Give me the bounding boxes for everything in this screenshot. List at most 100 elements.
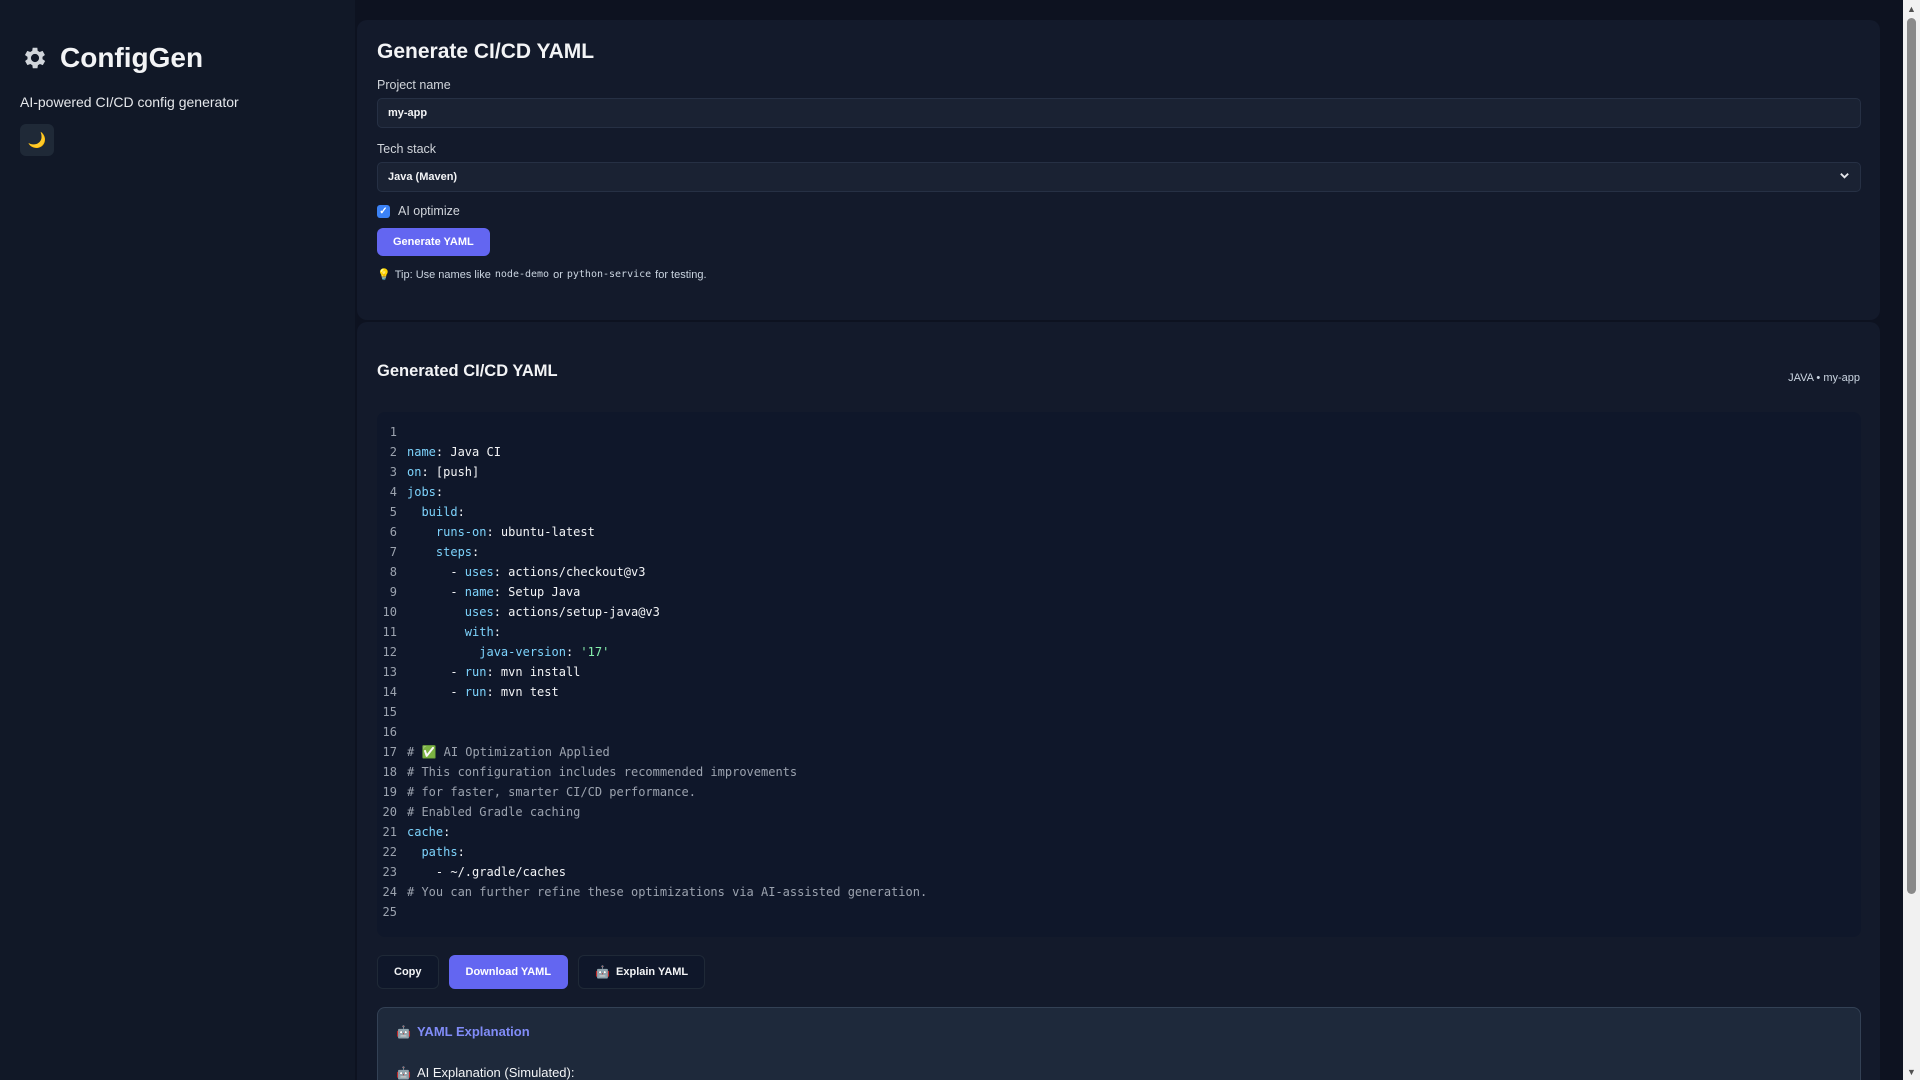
- tech-stack-select[interactable]: Java (Maven): [377, 162, 1861, 192]
- tip-text: 💡 Tip: Use names like node-demo or pytho…: [377, 268, 1860, 282]
- line-number: 17: [382, 745, 397, 759]
- line-content: # for faster, smarter CI/CD performance.: [407, 785, 696, 799]
- line-content: - uses: actions/checkout@v3: [407, 565, 646, 579]
- line-content: cache:: [407, 825, 451, 839]
- explanation-subtitle-text: AI Explanation (Simulated):: [416, 1065, 575, 1080]
- line-number: 19: [382, 785, 397, 799]
- code-line: 16: [377, 722, 1861, 742]
- line-number: 24: [382, 885, 397, 899]
- robot-icon: 🤖: [396, 1024, 411, 1039]
- generate-yaml-button[interactable]: Generate YAML: [377, 228, 490, 256]
- line-number: 15: [382, 705, 397, 719]
- brand: ConfigGen: [20, 42, 335, 74]
- line-number: 13: [382, 665, 397, 679]
- generate-form-card: Generate CI/CD YAML Project name my-app …: [357, 20, 1880, 320]
- ai-optimize-checkbox[interactable]: ✓: [377, 204, 390, 218]
- output-meta: JAVA • my-app: [1788, 372, 1860, 384]
- moon-icon: 🌙: [27, 132, 47, 149]
- copy-button-label: Copy: [394, 966, 422, 978]
- line-number: 4: [389, 485, 397, 499]
- line-number: 16: [382, 725, 397, 739]
- code-line: 10 uses: actions/setup-java@v3: [377, 602, 1861, 622]
- line-content: build:: [421, 505, 465, 519]
- line-content: - ~/.gradle/caches: [407, 865, 566, 879]
- code-line: 12 java-version: '17': [377, 642, 1861, 662]
- yaml-explanation-panel: 🤖 YAML Explanation 🤖 AI Explanation (Sim…: [377, 1007, 1861, 1080]
- project-name-label: Project name: [377, 78, 451, 92]
- code-line: 20 # Enabled Gradle caching: [377, 802, 1861, 822]
- ai-optimize-row: ✓ AI optimize: [377, 204, 1860, 218]
- robot-icon: 🤖: [396, 1065, 411, 1080]
- code-line: 21 cache:: [377, 822, 1861, 842]
- download-button-label: Download YAML: [465, 966, 552, 978]
- line-content: - name: Setup Java: [407, 585, 581, 599]
- code-line: 7 steps:: [377, 542, 1861, 562]
- tech-stack-label: Tech stack: [377, 142, 437, 156]
- code-line: 19 # for faster, smarter CI/CD performanc…: [377, 782, 1861, 802]
- app-subtitle: AI-powered CI/CD config generator: [20, 94, 239, 110]
- code-line: 17 # ✅ AI Optimization Applied: [377, 742, 1861, 762]
- line-number: 6: [389, 525, 397, 539]
- code-line: 8 - uses: actions/checkout@v3: [377, 562, 1861, 582]
- line-content: - run: mvn install: [407, 665, 581, 679]
- line-content: on: [push]: [407, 465, 480, 479]
- line-number: 7: [389, 545, 397, 559]
- code-line: 15: [377, 702, 1861, 722]
- tip-code-python: python-service: [566, 269, 652, 280]
- explanation-title: 🤖 YAML Explanation: [396, 1024, 1842, 1039]
- robot-icon: 🤖: [595, 965, 611, 979]
- app-title: ConfigGen: [60, 42, 204, 73]
- scroll-thumb[interactable]: [1907, 18, 1916, 894]
- line-number: 10: [382, 605, 397, 619]
- output-actions: Copy Download YAML 🤖 Explain YAML: [377, 955, 1860, 989]
- line-number: 18: [382, 765, 397, 779]
- line-number: 8: [389, 565, 397, 579]
- code-line: 18 # This configuration includes recommen…: [377, 762, 1861, 782]
- copy-button[interactable]: Copy: [377, 955, 439, 989]
- line-content: steps:: [435, 545, 480, 559]
- chevron-down-icon: [1839, 170, 1850, 184]
- code-line: 1: [377, 422, 1861, 442]
- main-content: Generate CI/CD YAML Project name my-app …: [357, 0, 1880, 1080]
- line-content: jobs:: [407, 485, 444, 499]
- code-line: 9 - name: Setup Java: [377, 582, 1861, 602]
- ai-optimize-label: AI optimize: [398, 204, 460, 218]
- line-number: 23: [382, 865, 397, 879]
- code-line: 4 jobs:: [377, 482, 1861, 502]
- gear-icon: [20, 43, 50, 73]
- project-name-value: my-app: [388, 107, 428, 119]
- line-content: paths:: [421, 845, 465, 859]
- page-scrollbar[interactable]: ▲ ▼: [1903, 0, 1920, 1080]
- scroll-down-arrow-icon[interactable]: ▼: [1903, 1063, 1920, 1080]
- line-number: 25: [382, 905, 397, 919]
- code-line: 22 paths:: [377, 842, 1861, 862]
- lightbulb-icon: 💡: [377, 269, 391, 281]
- code-line: 25: [377, 902, 1861, 922]
- tip-mid: or: [553, 268, 563, 281]
- line-content: # You can further refine these optimizat…: [407, 885, 928, 899]
- sidebar: ConfigGen AI-powered CI/CD config genera…: [0, 0, 355, 1080]
- tip-suffix: for testing.: [655, 268, 707, 281]
- yaml-code-block[interactable]: 1 2 name: Java CI 3 on: [push] 4 jobs: 5 build:…: [377, 412, 1861, 937]
- code-line: 11 with:: [377, 622, 1861, 642]
- code-line: 3 on: [push]: [377, 462, 1861, 482]
- line-content: - run: mvn test: [407, 685, 559, 699]
- project-name-input[interactable]: my-app: [377, 98, 1861, 128]
- line-number: 11: [382, 625, 397, 639]
- explanation-title-text: YAML Explanation: [416, 1024, 530, 1039]
- theme-toggle-button[interactable]: 🌙: [20, 124, 54, 156]
- output-heading: Generated CI/CD YAML: [377, 362, 558, 380]
- explanation-subtitle: 🤖 AI Explanation (Simulated):: [396, 1065, 1842, 1080]
- download-yaml-button[interactable]: Download YAML: [448, 955, 569, 989]
- line-content: java-version: '17': [479, 645, 610, 659]
- line-number: 5: [389, 505, 397, 519]
- line-content: uses: actions/setup-java@v3: [464, 605, 660, 619]
- explain-button-label: Explain YAML: [616, 966, 689, 978]
- line-number: 12: [382, 645, 397, 659]
- line-number: 3: [389, 465, 397, 479]
- scroll-up-arrow-icon[interactable]: ▲: [1903, 0, 1920, 17]
- explain-yaml-button[interactable]: 🤖 Explain YAML: [578, 955, 706, 989]
- code-line: 5 build:: [377, 502, 1861, 522]
- output-card: Generated CI/CD YAML JAVA • my-app 1 2 nam…: [357, 322, 1880, 1080]
- line-number: 1: [389, 425, 397, 439]
